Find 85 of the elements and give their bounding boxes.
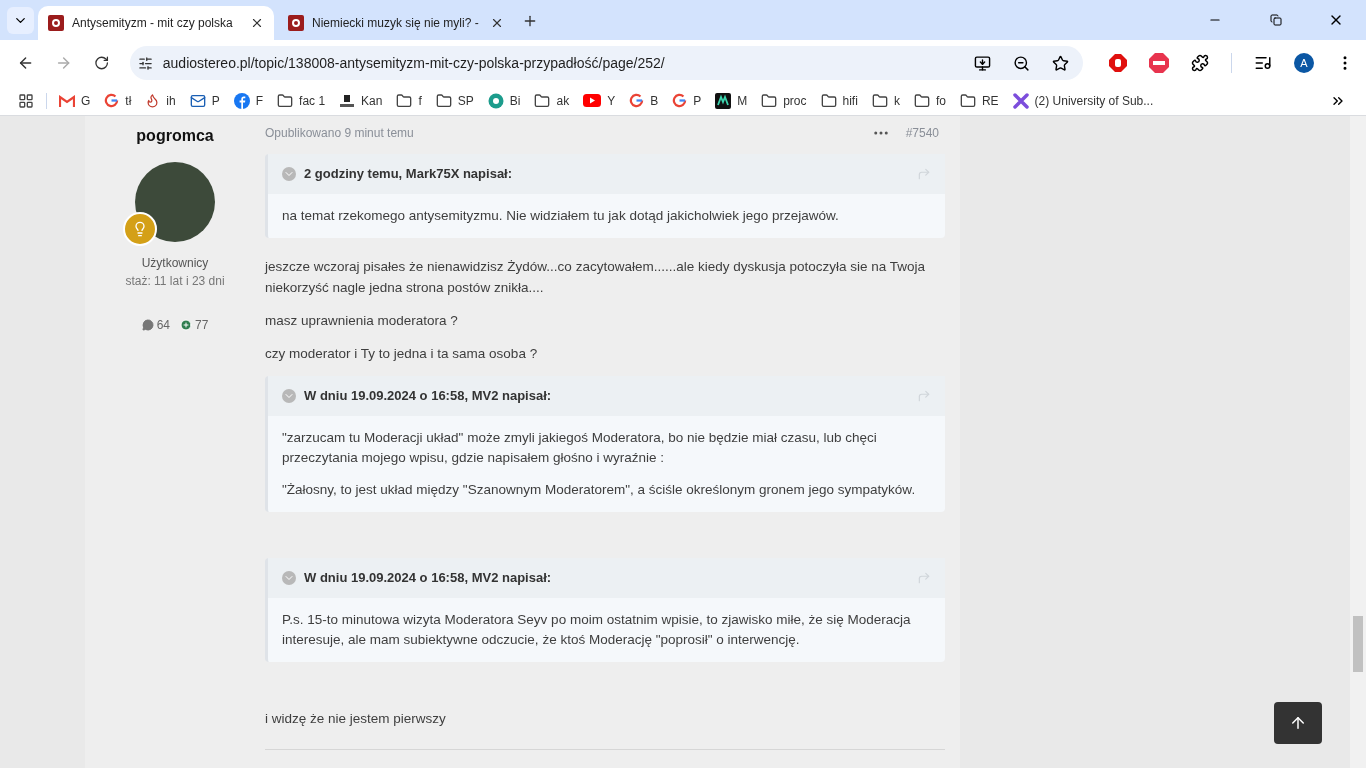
folder-icon bbox=[959, 92, 976, 109]
quote-author: W dniu 19.09.2024 o 16:58, MV2 napisał: bbox=[304, 387, 553, 406]
bookmark-item[interactable]: fo bbox=[913, 91, 946, 110]
envelope-icon bbox=[59, 94, 75, 107]
post-text: i widzę że nie jestem pierwszy bbox=[265, 710, 447, 728]
bookmark-item[interactable]: B bbox=[629, 91, 659, 110]
facebook-icon bbox=[233, 92, 250, 109]
site-info-icon[interactable] bbox=[137, 55, 153, 71]
bookmark-item[interactable]: G bbox=[59, 91, 91, 110]
folder-icon bbox=[871, 92, 888, 109]
logo-icon bbox=[339, 93, 356, 108]
bookmark-item[interactable]: tł bbox=[104, 91, 132, 110]
bookmark-star-icon[interactable] bbox=[1052, 54, 1069, 72]
site-favicon bbox=[48, 15, 64, 31]
quote-text: "zarzucam tu Moderacji układ" może zmyli jakiegoś Moderatora, bo nie będzie miał czasu, lub chęci przeczytania mojego wpisu, gdzie napisałem głośno i wyraźnie : bbox=[282, 429, 878, 467]
play-icon bbox=[583, 94, 602, 107]
folder-icon bbox=[435, 92, 452, 109]
site-favicon bbox=[288, 15, 304, 31]
bookmark-item[interactable]: fac 1 bbox=[277, 91, 326, 110]
apps-icon[interactable] bbox=[18, 92, 34, 109]
bookmark-item[interactable]: SP bbox=[435, 91, 474, 110]
address-bar[interactable]: audiostereo.pl/topic/138008-antysemityzm-mit-czy-polska-przypadłość/page/252/ bbox=[129, 46, 1083, 80]
google-g-icon bbox=[629, 93, 645, 108]
post-text: masz uprawnienia moderatora ? bbox=[265, 312, 459, 330]
bookmark-item[interactable]: RE bbox=[959, 91, 999, 110]
bookmark-item[interactable]: k bbox=[871, 91, 900, 110]
quote-author: 2 godziny temu, Mark75X napisał: bbox=[304, 165, 514, 184]
folder-icon bbox=[534, 92, 551, 109]
folder-icon bbox=[277, 92, 294, 109]
install-icon[interactable] bbox=[974, 54, 991, 72]
bookmark-item[interactable]: Bi bbox=[487, 91, 521, 110]
bookmark-item[interactable]: (2) University of Sub... bbox=[1012, 91, 1154, 110]
browser-tab[interactable]: Niemiecki muzyk się nie myli? - bbox=[278, 6, 514, 40]
extensions-icon[interactable] bbox=[1191, 54, 1209, 72]
url-text: audiostereo.pl/topic/138008-antysemityzm-mit-czy-polska-przypadłość/page/252/ bbox=[162, 53, 666, 73]
tab-title: Antysemityzm - mit czy polska bbox=[72, 15, 234, 32]
author-name[interactable]: pogromca bbox=[136, 124, 214, 148]
google-g-icon bbox=[672, 93, 688, 108]
quote-text: "Żałosny, to jest układ między "Szanownym Moderatorem", a ściśle określonym gronem jego sympatyków. bbox=[282, 481, 917, 499]
folder-icon bbox=[820, 92, 837, 109]
tab-search-button[interactable] bbox=[7, 7, 34, 34]
folder-icon bbox=[761, 92, 778, 109]
zoom-out-icon[interactable] bbox=[1013, 54, 1030, 72]
bookmark-item[interactable]: ih bbox=[145, 91, 176, 110]
seniority-text: staż: 11 lat i 23 dni bbox=[125, 273, 225, 290]
bookmark-item[interactable]: F bbox=[233, 91, 264, 110]
folder-icon bbox=[396, 92, 413, 109]
post-text: jeszcze wczoraj pisałes że nienawidzisz Żydów...co zacytowałem......ale kiedy dyskusja potoczyła sie na Twoja niekorzyść nagle jedna strona postów znikła.... bbox=[265, 258, 927, 297]
close-icon[interactable] bbox=[250, 16, 264, 30]
profile-avatar[interactable]: A bbox=[1294, 53, 1314, 73]
reload-icon[interactable] bbox=[94, 55, 110, 71]
tile-icon bbox=[715, 92, 732, 109]
bookmark-item[interactable]: Kan bbox=[339, 91, 383, 110]
quote-author: W dniu 19.09.2024 o 16:58, MV2 napisał: bbox=[304, 569, 553, 588]
bookmark-item[interactable]: Y bbox=[583, 91, 616, 110]
envelope-icon bbox=[189, 92, 206, 109]
close-icon[interactable] bbox=[490, 16, 504, 30]
bookmark-item[interactable]: P bbox=[189, 91, 220, 110]
browser-tab[interactable]: Antysemityzm - mit czy polska bbox=[38, 6, 274, 40]
quote-text: P.s. 15-to minutowa wizyta Moderatora Seyv po moim ostatnim wpisie, to zjawisko miłe, że się Moderacja interesuje, ale mam subiektywne odczucie, że ktoś Moderację "poprosił" o interwencję. bbox=[282, 611, 912, 649]
stop-hand-icon[interactable] bbox=[1109, 54, 1127, 72]
bookmark-item[interactable]: M bbox=[715, 91, 748, 110]
new-tab-icon[interactable] bbox=[522, 13, 538, 29]
post-count: 64 bbox=[141, 316, 170, 334]
bookmark-item[interactable]: P bbox=[672, 91, 702, 110]
quote-text: na temat rzekomego antysemityzmu. Nie widziałem tu jak dotąd jakicholwiek jego przejawów. bbox=[282, 207, 840, 225]
google-g-icon bbox=[104, 93, 120, 108]
scrollbar[interactable] bbox=[1350, 116, 1366, 768]
user-group: Użytkownicy bbox=[141, 254, 209, 272]
published-time: Opublikowano 9 minut temu bbox=[265, 125, 415, 142]
media-icon[interactable] bbox=[1254, 54, 1272, 72]
post-text: czy moderator i Ty to jedna i ta sama osoba ? bbox=[265, 345, 539, 363]
restore-icon[interactable] bbox=[1270, 14, 1282, 26]
disc-icon bbox=[487, 92, 504, 109]
tab-title: Niemiecki muzyk się nie myli? - bbox=[312, 15, 480, 32]
bookmark-item[interactable]: ak bbox=[534, 91, 570, 110]
cross-icon bbox=[1012, 92, 1029, 109]
scroll-to-top-button[interactable] bbox=[1274, 702, 1322, 744]
adblock-icon[interactable] bbox=[1149, 53, 1169, 73]
folder-icon bbox=[913, 92, 930, 109]
reputation-count: 77 bbox=[180, 316, 209, 334]
bookmark-item[interactable]: proc bbox=[761, 91, 807, 110]
bookmark-item[interactable]: hifi bbox=[820, 91, 858, 110]
lightbulb-icon bbox=[132, 221, 148, 237]
bookmark-item[interactable]: f bbox=[396, 91, 422, 110]
